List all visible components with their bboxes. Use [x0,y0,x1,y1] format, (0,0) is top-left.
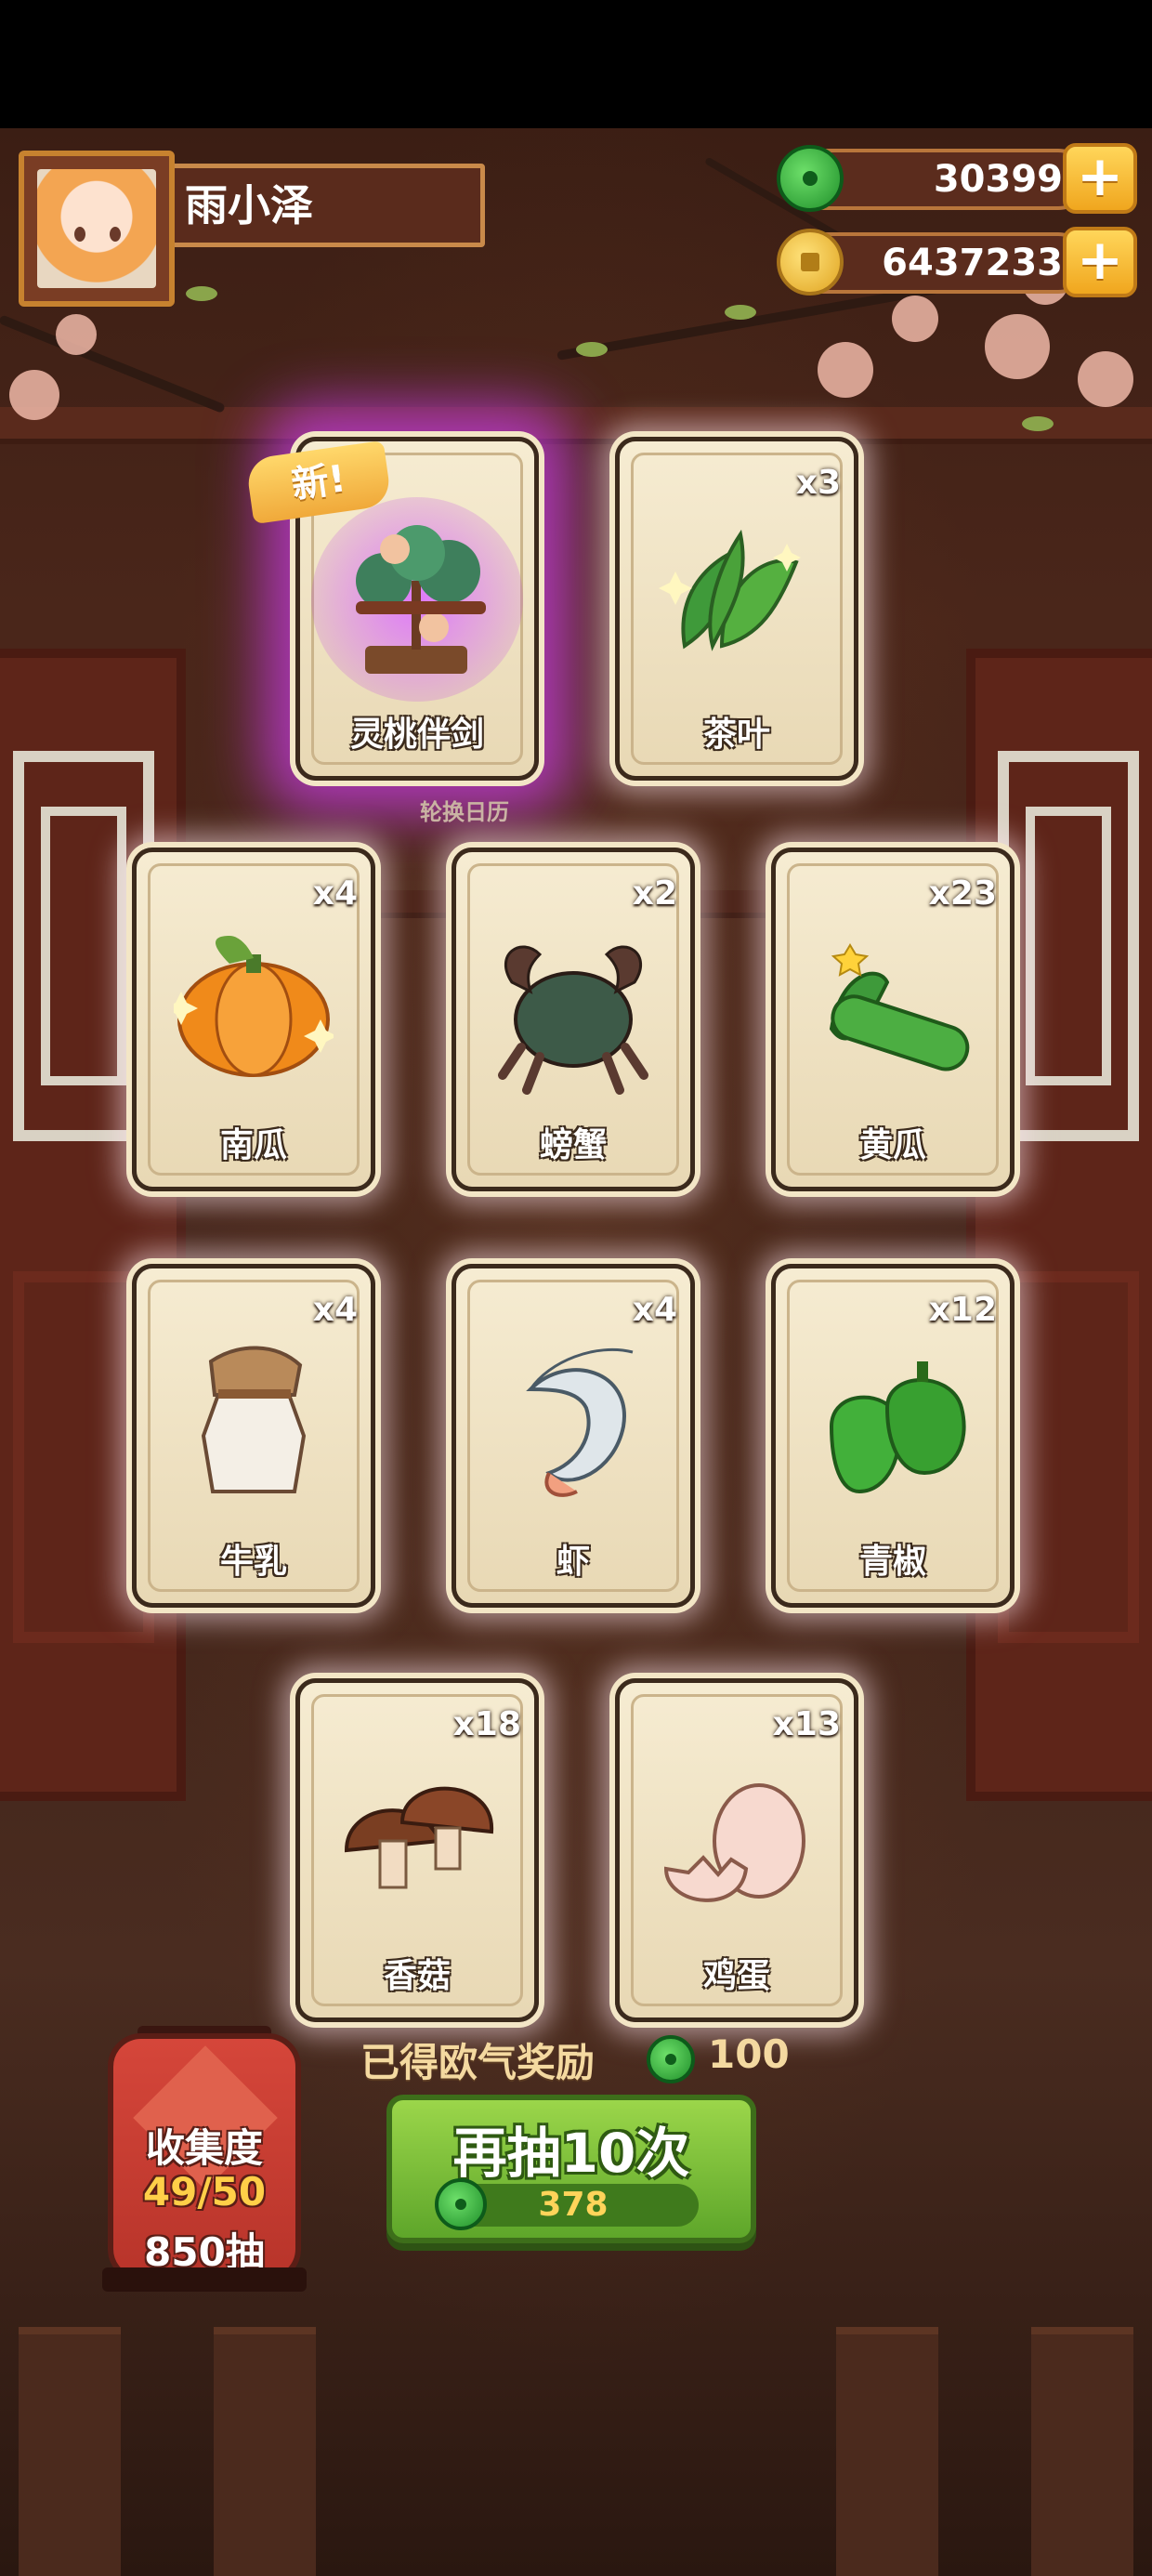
coin-balance: 6437233 [882,242,1063,284]
collection-lantern[interactable]: 收集度 49/50 850抽 [108,2033,301,2282]
lantern-stand [102,2267,307,2292]
blossom [9,370,59,420]
shrimp-icon [526,1347,634,1497]
fence-post [214,2327,316,2576]
reward-card[interactable]: x23 黄瓜 [771,848,1015,1191]
draw-again-button[interactable]: 再抽10次 378 [386,2095,756,2243]
jade-icon [435,2178,487,2230]
reward-card[interactable]: x2 螃蟹 [452,848,695,1191]
card-count: x3 [795,464,841,502]
right-lattice-door [966,649,1152,1801]
milk-jar-icon [201,1346,307,1493]
leaf [725,305,756,320]
rotating-calendar-label: 轮换日历 [420,799,509,825]
card-count: x13 [772,1705,841,1743]
crab-icon [498,945,648,1095]
jade-icon [647,2035,695,2083]
jade-icon [777,145,844,212]
card-label: 螃蟹 [539,1126,607,1164]
collection-progress: 49/50 [142,2169,267,2215]
add-coin-button[interactable]: + [1063,227,1137,297]
blossom [56,314,97,355]
player-name: 雨小泽 [185,180,313,230]
card-count: x4 [312,874,358,913]
reward-card[interactable]: x4 虾 [452,1264,695,1608]
player-name-plate: 雨小泽 [167,164,485,247]
left-lattice-door [0,649,186,1801]
reward-card[interactable]: x3 茶叶 [615,437,858,781]
cucumber-icon [829,943,970,1071]
blossom [1078,351,1133,407]
peach-bonsai-sword-icon [356,525,486,674]
collection-title: 收集度 [145,2125,263,2171]
luck-reward-value: 100 [708,2031,790,2077]
fence-post [19,2327,121,2576]
egg-icon [663,1783,805,1902]
blossom [818,342,873,398]
leaf [576,342,608,357]
card-label: 黄瓜 [858,1126,926,1164]
reward-card[interactable]: x4 牛乳 [132,1264,375,1608]
reward-card[interactable]: x12 青椒 [771,1264,1015,1608]
card-count: x23 [928,874,997,913]
blossom [985,314,1050,379]
card-label: 虾 [556,1543,590,1581]
card-label: 茶叶 [702,716,770,754]
coin-icon [777,229,844,296]
avatar-portrait [37,169,156,288]
draw-again-label: 再抽10次 [452,2122,690,2185]
reward-card[interactable]: x13 鸡蛋 [615,1678,858,2022]
card-count: x12 [928,1291,997,1329]
reward-card[interactable]: x18 香菇 [295,1678,539,2022]
luck-reward-label: 已得欧气奖励 [360,2040,596,2085]
card-count: x4 [632,1291,677,1329]
add-jade-button[interactable]: + [1063,143,1137,214]
card-label: 鸡蛋 [702,1957,770,1995]
shiitake-icon [344,1786,494,1889]
fence-post [1031,2327,1133,2576]
card-count: x18 [452,1705,521,1743]
card-count: x2 [632,874,677,913]
jade-balance: 30399 [933,158,1063,201]
reward-card[interactable]: x4 南瓜 [132,848,375,1191]
avatar[interactable] [19,151,175,307]
card-label: 南瓜 [219,1126,287,1164]
card-count: x4 [312,1291,358,1329]
leaf [186,286,217,301]
card-label: 灵桃伴剑 [349,716,484,754]
leaf [1022,416,1054,431]
green-pepper-icon [829,1361,966,1494]
blossom [892,296,938,342]
draw-cost-pill: 378 [435,2178,699,2230]
tea-leaves-icon [659,529,801,651]
card-label: 青椒 [858,1543,926,1581]
card-label: 牛乳 [219,1543,287,1581]
ceiling-beam [0,407,1152,444]
fence-post [836,2327,938,2576]
pumpkin-icon [174,936,334,1077]
card-label: 香菇 [383,1957,451,1995]
